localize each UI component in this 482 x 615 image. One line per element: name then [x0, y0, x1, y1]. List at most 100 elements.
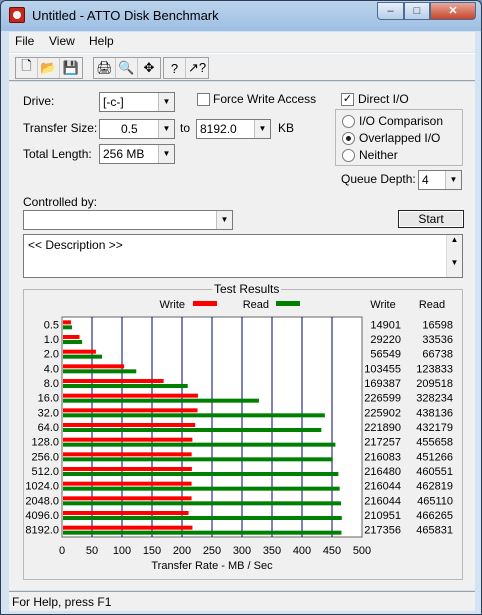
move-icon[interactable]: ✥: [138, 58, 160, 78]
transfer-size-to-select[interactable]: 8192.0 ▼: [196, 119, 271, 139]
y-tick-label: 8192.0: [25, 525, 59, 537]
read-value: 209518: [416, 378, 453, 390]
x-tick-label: 350: [263, 545, 281, 557]
write-value: 14901: [370, 319, 401, 331]
x-tick-label: 50: [86, 545, 98, 557]
close-button[interactable]: ✕: [430, 2, 476, 20]
drive-select[interactable]: [-c-] ▼: [99, 92, 175, 112]
write-value: 216044: [364, 495, 401, 507]
y-tick-label: 4096.0: [25, 510, 59, 522]
status-bar: For Help, press F1: [9, 591, 475, 611]
y-tick-label: 2048.0: [25, 495, 59, 507]
write-bar: [63, 320, 71, 325]
read-bar: [63, 442, 336, 447]
total-length-select[interactable]: 256 MB ▼: [99, 144, 175, 164]
read-value: 33536: [422, 334, 453, 346]
read-bar: [63, 457, 333, 462]
y-tick-label: 32.0: [38, 407, 59, 419]
print-icon[interactable]: 🖨: [94, 58, 116, 78]
controlled-by-select[interactable]: ▼: [23, 210, 233, 230]
read-value: 123833: [416, 363, 453, 375]
legend-write-swatch: [193, 301, 217, 306]
chevron-down-icon: ▼: [254, 120, 270, 138]
results-chart: 0 50 100 150 200 250 300 350 400 450 500 Write Read W…: [25, 299, 453, 572]
read-value: 465831: [416, 525, 453, 537]
write-value: 29220: [370, 334, 401, 346]
controlled-by-label: Controlled by:: [23, 195, 98, 209]
write-bar: [63, 496, 192, 501]
maximize-button[interactable]: □: [404, 2, 430, 20]
y-tick-label: 0.5: [44, 319, 59, 331]
minimize-button[interactable]: –: [377, 2, 404, 20]
read-value: 460551: [416, 466, 453, 478]
y-tick-label: 2.0: [44, 349, 59, 361]
new-file-icon[interactable]: 🗋: [16, 58, 38, 78]
io-mode-group: I/O Comparison Overlapped I/O Neither: [335, 109, 463, 166]
write-value: 169387: [364, 378, 401, 390]
description-scrollbar[interactable]: ▲ ▼: [446, 235, 462, 277]
read-bar: [63, 530, 342, 535]
transfer-size-from-select[interactable]: 0.5 ▼: [99, 119, 175, 139]
atto-app-icon: [9, 7, 25, 23]
read-bar: [63, 369, 137, 374]
description-field[interactable]: << Description >> ▲ ▼: [23, 234, 463, 278]
context-help-icon[interactable]: ↗?: [186, 58, 208, 78]
start-button[interactable]: Start: [398, 210, 464, 228]
force-write-checkbox[interactable]: [197, 93, 210, 106]
write-bar: [63, 452, 192, 457]
x-tick-label: 400: [293, 545, 311, 557]
open-folder-icon[interactable]: 📂: [38, 58, 60, 78]
test-results-panel: Test Results 0 50 100 150 200 250 300 350 400 450…: [23, 282, 463, 580]
io-comparison-radio[interactable]: [342, 115, 355, 128]
direct-io-checkbox[interactable]: ✓: [341, 93, 354, 106]
total-length-label: Total Length:: [23, 147, 92, 161]
write-bar: [63, 379, 164, 383]
write-bar: [63, 408, 198, 413]
neither-radio[interactable]: [342, 149, 355, 162]
menu-file[interactable]: File: [15, 34, 34, 48]
x-tick-label: 500: [353, 545, 371, 557]
x-tick-label: 300: [233, 545, 251, 557]
write-bar: [63, 393, 198, 398]
x-tick-label: 100: [113, 545, 131, 557]
table-header-write: Write: [370, 299, 395, 311]
write-value: 226599: [364, 393, 401, 405]
legend-write-label: Write: [160, 299, 185, 311]
read-value: 328234: [416, 393, 453, 405]
direct-io-label: Direct I/O: [358, 92, 409, 106]
y-tick-label: 512.0: [31, 466, 59, 478]
menu-view[interactable]: View: [49, 34, 75, 48]
write-value: 216480: [364, 466, 401, 478]
read-bar: [63, 340, 83, 344]
menu-help[interactable]: Help: [89, 34, 114, 48]
overlapped-io-label: Overlapped I/O: [359, 131, 441, 145]
write-bar: [63, 335, 80, 339]
menu-bar: File View Help: [9, 32, 475, 52]
toolbar: 🗋 📂 💾 🖨 🔍 ✥ ? ↗?: [9, 53, 475, 81]
to-label: to: [180, 121, 191, 135]
read-value: 16598: [422, 319, 453, 331]
overlapped-io-radio[interactable]: [342, 132, 355, 145]
y-tick-label: 8.0: [44, 378, 59, 390]
main-panel: Drive: [-c-] ▼ Force Write Access Transf…: [9, 82, 475, 590]
queue-depth-label: Queue Depth:: [341, 172, 416, 186]
read-bar: [63, 501, 342, 506]
read-value: 455658: [416, 437, 453, 449]
transfer-size-label: Transfer Size:: [23, 121, 98, 135]
write-bar: [63, 467, 192, 471]
y-tick-label: 64.0: [38, 422, 59, 434]
neither-label: Neither: [359, 148, 398, 162]
print-preview-icon[interactable]: 🔍: [116, 58, 138, 78]
read-value: 438136: [416, 407, 453, 419]
x-axis-title: Transfer Rate - MB / Sec: [151, 560, 273, 572]
drive-label: Drive:: [23, 94, 55, 108]
queue-depth-select[interactable]: 4 ▼: [418, 170, 462, 190]
table-header-read: Read: [419, 299, 445, 311]
title-bar[interactable]: Untitled - ATTO Disk Benchmark – □ ✕: [1, 1, 481, 31]
read-bar: [63, 472, 339, 476]
write-value: 216044: [364, 481, 401, 493]
save-icon[interactable]: 💾: [60, 58, 82, 78]
read-bar: [63, 398, 259, 403]
help-icon[interactable]: ?: [164, 58, 186, 78]
read-bar: [63, 428, 322, 432]
